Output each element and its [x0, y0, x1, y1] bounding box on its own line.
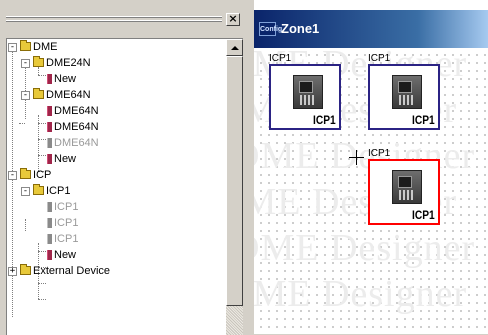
tree-item[interactable]: - DME64N — [7, 87, 225, 103]
tree-item-label: ICP1 — [54, 233, 79, 245]
collapse-icon[interactable]: - — [21, 187, 30, 196]
watermark: DME Designer — [254, 273, 468, 315]
device-icon — [47, 74, 52, 84]
tree-item-label: DME24N — [46, 57, 91, 69]
icp-node-label: ICP1 — [412, 208, 435, 222]
icp-node-box: ICP1 — [368, 159, 440, 225]
device-icon — [47, 218, 52, 228]
icp-node-box: ICP1 — [269, 64, 341, 130]
icp-node-label: ICP1 — [412, 113, 435, 127]
tree-item-label: New — [54, 73, 77, 85]
tree-item[interactable]: - DME — [7, 39, 225, 55]
zone-titlebar[interactable]: Config Zone1 — [254, 10, 488, 48]
collapse-icon[interactable]: - — [8, 43, 17, 52]
scroll-thumb[interactable] — [226, 56, 243, 306]
tree-item-label: ICP1 — [54, 201, 79, 213]
icp-node[interactable]: ICP1 ICP1 — [368, 148, 440, 226]
config-icon: Config — [259, 22, 282, 36]
tree-item-label: ICP1 — [54, 217, 79, 229]
tree-item-label: ICP1 — [46, 185, 71, 197]
tree-item[interactable]: - ICP — [7, 167, 225, 183]
expand-icon[interactable]: + — [8, 267, 17, 276]
collapse-icon[interactable]: - — [21, 91, 30, 100]
tree-item[interactable]: ICP1 — [7, 231, 225, 247]
tree-pane-grip[interactable]: × — [4, 13, 242, 27]
device-icon — [47, 106, 52, 116]
tree-item[interactable]: - DME24N — [7, 55, 225, 71]
scroll-up-button[interactable] — [226, 39, 243, 56]
zone-window: Config Zone1 DME Designer DME Designer D… — [254, 0, 488, 334]
tree-list: - DME - DME24N New - DME64N DME64N DME64N DME64N N… — [7, 39, 225, 335]
folder-icon — [20, 40, 31, 51]
tree-item-label: DME — [33, 41, 58, 53]
device-icon — [47, 202, 52, 212]
icp-device-icon — [392, 170, 422, 204]
tree-item[interactable]: - ICP1 — [7, 183, 225, 199]
icp-node-name: ICP1 — [368, 53, 391, 64]
collapse-icon[interactable]: - — [8, 171, 17, 180]
tree-item-label: New — [54, 249, 77, 261]
folder-icon — [33, 184, 44, 195]
device-icon — [47, 250, 52, 260]
tree-item-label: ICP — [33, 169, 52, 181]
tree-item-label: DME64N — [54, 121, 99, 133]
tree-item[interactable]: New — [7, 71, 225, 87]
tree-item-label: DME64N — [46, 89, 91, 101]
icp-node-box: ICP1 — [368, 64, 440, 130]
icp-node[interactable]: ICP1 ICP1 — [368, 53, 440, 131]
icp-node-name: ICP1 — [269, 53, 292, 64]
device-tree: - DME - DME24N New - DME64N DME64N DME64N DME64N N… — [6, 38, 243, 335]
tree-item[interactable]: ICP1 — [7, 215, 225, 231]
folder-icon — [20, 168, 31, 179]
crosshair-cursor-icon — [349, 150, 364, 165]
watermark: DME Designer — [254, 227, 476, 269]
tree-item[interactable]: ICP1 — [7, 199, 225, 215]
watermark: DME Designer — [254, 135, 476, 177]
pane-splitter[interactable] — [246, 0, 254, 334]
device-tree-pane: × - DME - DME24N New - DME64N DME64N DME64N DME64… — [0, 0, 246, 335]
tree-scrollbar[interactable] — [226, 39, 243, 335]
zone-title: Zone1 — [281, 21, 320, 36]
icp-device-icon — [392, 75, 422, 109]
folder-icon — [20, 264, 31, 275]
tree-item-label: DME64N — [54, 105, 99, 117]
collapse-icon[interactable]: - — [21, 59, 30, 68]
icp-device-icon — [293, 75, 323, 109]
icp-node[interactable]: ICP1 ICP1 — [269, 53, 341, 131]
tree-item-label: External Device — [33, 265, 111, 277]
device-icon — [47, 122, 52, 132]
device-icon — [47, 154, 52, 164]
folder-icon — [33, 56, 44, 67]
device-icon — [47, 138, 52, 148]
device-icon — [47, 234, 52, 244]
tree-item[interactable]: DME64N — [7, 119, 225, 135]
tree-item-label: New — [54, 153, 77, 165]
tree-item[interactable]: New — [7, 247, 225, 263]
tree-item[interactable]: New — [7, 151, 225, 167]
tree-item[interactable]: DME64N — [7, 135, 225, 151]
zone-canvas[interactable]: DME Designer DME Designer DME Designer D… — [254, 48, 488, 334]
tree-item[interactable]: + External Device — [7, 263, 225, 279]
icp-node-label: ICP1 — [313, 113, 336, 127]
icp-node-name: ICP1 — [368, 148, 391, 159]
close-icon[interactable]: × — [226, 13, 240, 26]
tree-item-label: DME64N — [54, 137, 99, 149]
tree-item[interactable]: DME64N — [7, 103, 225, 119]
folder-icon — [33, 88, 44, 99]
